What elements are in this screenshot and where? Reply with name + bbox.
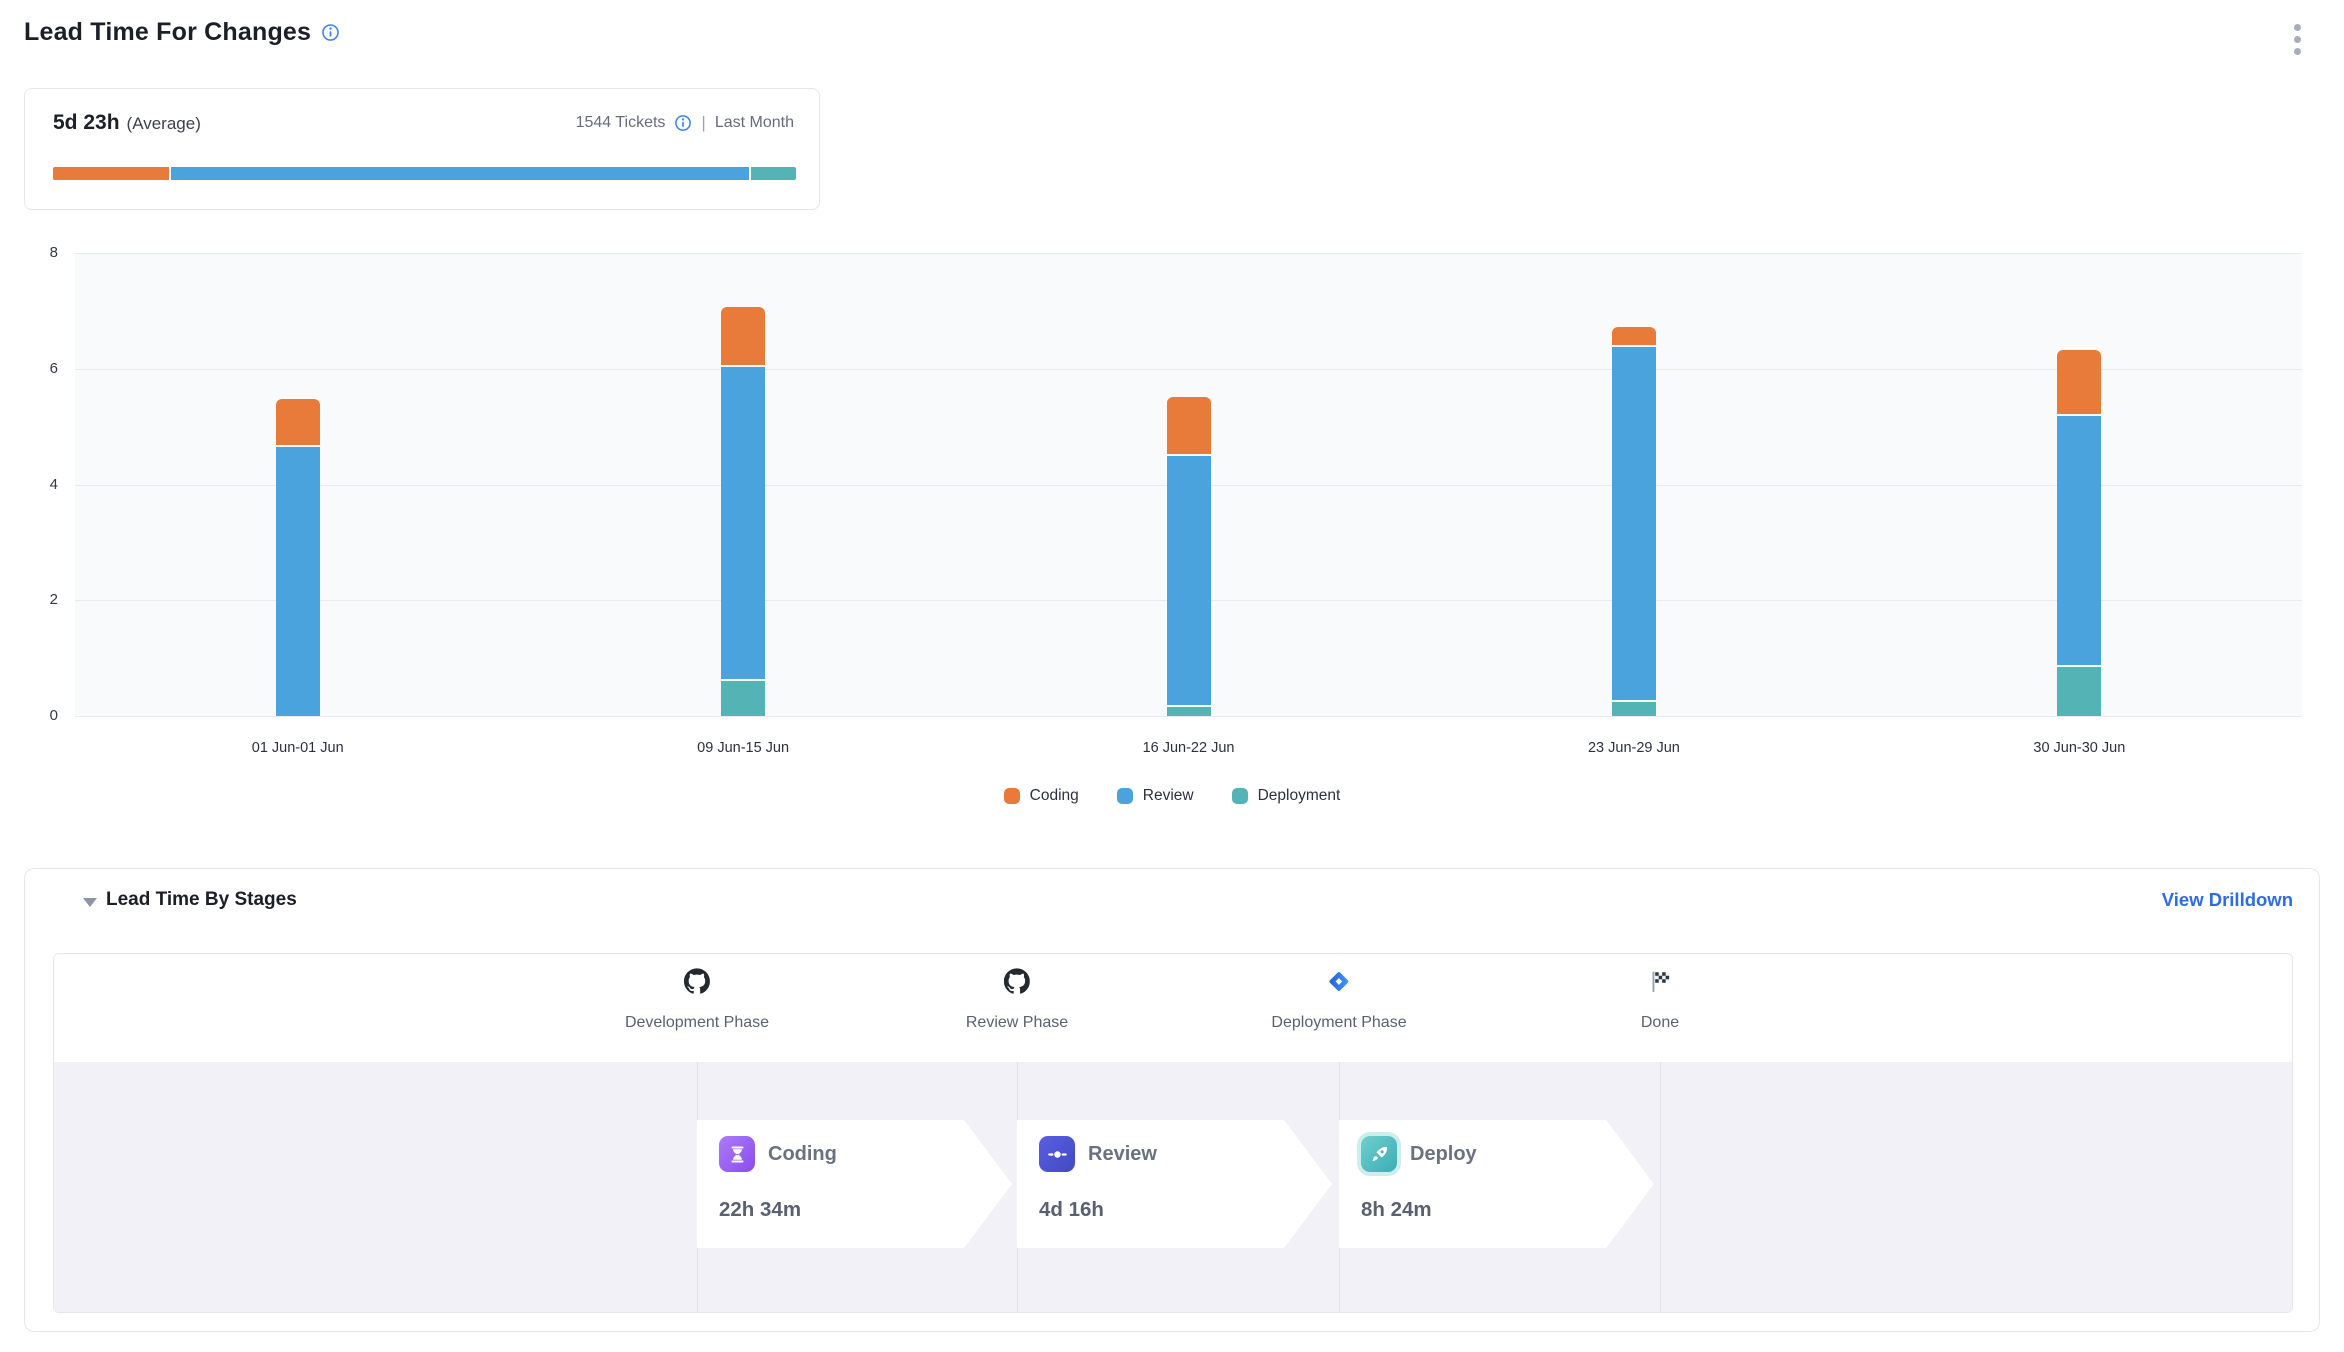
stage-duration: 4d 16h [1039,1198,1104,1222]
x-axis-label: 30 Jun-30 Jun [1857,740,2302,756]
legend-item-review[interactable]: Review [1117,787,1194,805]
bar-segment-review[interactable] [721,367,765,680]
collapse-triangle-icon[interactable] [83,898,97,907]
bar-segment-coding[interactable] [276,399,320,445]
stage-name: Coding [768,1143,837,1166]
progress-segment-review [171,167,749,180]
average-lead-time: 5d 23h (Average) [53,111,201,135]
stage-duration: 8h 24m [1361,1198,1432,1222]
page-title: Lead Time For Changes [24,18,311,47]
github-icon [625,968,769,998]
checkered-flag-icon [1641,968,1679,998]
info-icon[interactable] [321,23,340,42]
stage-card-deploy[interactable]: Deploy 8h 24m [1339,1120,1654,1248]
progress-segment-deployment [751,167,796,180]
x-axis-label: 16 Jun-22 Jun [966,740,1411,756]
bar-segment-review[interactable] [276,447,320,716]
phase-label: Done [1641,1014,1679,1032]
github-icon [966,968,1068,998]
legend-item-coding[interactable]: Coding [1004,787,1079,805]
bar-16-jun-22-jun [966,253,1411,716]
legend-swatch [1004,788,1020,804]
bar-segment-deployment[interactable] [1612,702,1656,716]
period-label: Last Month [715,114,794,132]
gridline [75,716,2302,717]
phase-label: Development Phase [625,1014,769,1032]
average-value: 5d 23h [53,111,120,134]
rocket-icon [1361,1136,1397,1172]
x-axis-label: 09 Jun-15 Jun [520,740,965,756]
bar-segment-coding[interactable] [1167,397,1211,455]
y-axis-tick: 4 [8,474,58,496]
average-label: (Average) [127,114,201,133]
stage-name: Review [1088,1143,1157,1166]
bar-segment-coding[interactable] [721,307,765,365]
stage-card-review[interactable]: Review 4d 16h [1017,1120,1332,1248]
legend-swatch [1117,788,1133,804]
summary-card: 5d 23h (Average) 1544 Tickets | Last Mont… [24,88,820,210]
phase-marker-development-phase: Development Phase [625,954,769,1032]
phase-label: Deployment Phase [1271,1014,1406,1032]
bar-segment-deployment[interactable] [721,681,765,716]
chart-legend: Coding Review Deployment [0,787,2344,805]
view-drilldown-link[interactable]: View Drilldown [2162,889,2293,911]
phase-marker-done: Done [1641,954,1679,1032]
bar-segment-deployment[interactable] [1167,707,1211,716]
commit-icon [1039,1136,1075,1172]
y-axis-tick: 2 [8,589,58,611]
jira-icon [1271,968,1406,998]
page-header: Lead Time For Changes [24,18,340,47]
lead-time-distribution-bar [53,167,796,180]
stages-header: Lead Time By Stages View Drilldown [25,887,2319,919]
bar-segment-review[interactable] [1612,347,1656,700]
bar-segment-coding[interactable] [1612,327,1656,344]
legend-item-deployment[interactable]: Deployment [1232,787,1341,805]
stage-name: Deploy [1410,1143,1477,1166]
kebab-menu-icon[interactable] [2288,24,2306,68]
column-divider [1660,1062,1661,1313]
phase-marker-review-phase: Review Phase [966,954,1068,1032]
stage-card-coding[interactable]: Coding 22h 34m [697,1120,1012,1248]
stages-table: Development Phase Review Phase Deployment … [53,953,2293,1313]
bar-segment-review[interactable] [2057,416,2101,665]
y-axis-tick: 6 [8,358,58,380]
bar-30-jun-30-jun [1857,253,2302,716]
bar-23-jun-29-jun [1411,253,1856,716]
x-axis-label: 23 Jun-29 Jun [1411,740,1856,756]
bar-09-jun-15-jun [520,253,965,716]
y-axis-tick: 8 [8,242,58,264]
legend-label: Deployment [1258,787,1341,805]
chart-x-axis: 01 Jun-01 Jun09 Jun-15 Jun16 Jun-22 Jun2… [75,740,2302,756]
legend-label: Review [1143,787,1194,805]
bar-segment-deployment[interactable] [2057,667,2101,716]
bar-segment-review[interactable] [1167,456,1211,705]
stage-duration: 22h 34m [719,1198,801,1222]
separator: | [701,113,705,133]
phase-label: Review Phase [966,1014,1068,1032]
bar-segment-coding[interactable] [2057,350,2101,414]
legend-swatch [1232,788,1248,804]
phase-marker-deployment-phase: Deployment Phase [1271,954,1406,1032]
tickets-info-icon[interactable] [674,114,692,132]
stages-title: Lead Time By Stages [106,889,297,911]
lead-time-dashboard: Lead Time For Changes 5d 23h (Average) 15… [0,0,2344,1352]
bar-01-jun-01-jun [75,253,520,716]
chart-plot-area [75,253,2302,716]
y-axis-tick: 0 [8,705,58,727]
legend-label: Coding [1030,787,1079,805]
lead-time-by-stages-panel: Lead Time By Stages View Drilldown Devel… [24,868,2320,1332]
x-axis-label: 01 Jun-01 Jun [75,740,520,756]
hourglass-icon [719,1136,755,1172]
progress-segment-coding [53,167,169,180]
lead-time-chart: 0 2 4 6 8 01 Jun-01 Jun09 Jun-15 Jun16 Jun-2… [0,230,2344,830]
tickets-count: 1544 Tickets [576,114,666,132]
